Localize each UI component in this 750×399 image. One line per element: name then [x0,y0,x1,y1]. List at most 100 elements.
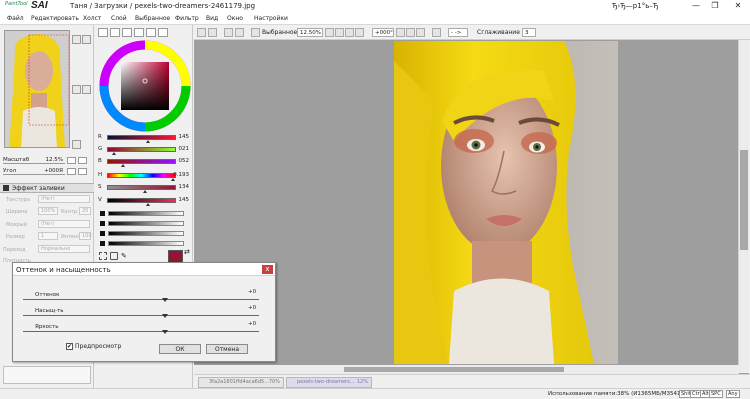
texture-select[interactable]: (Нет) [38,195,90,203]
r-track[interactable] [107,135,176,140]
navigator-thumbnail[interactable] [4,30,70,148]
zoom-plus-button[interactable] [78,157,87,164]
swap-colors-icon[interactable]: ⇄ [184,248,192,256]
horizontal-scroll-thumb[interactable] [344,367,564,372]
invert-selection-button[interactable] [235,28,244,37]
transparent-color-icon[interactable] [110,252,118,260]
cancel-button[interactable]: Отмена [206,344,248,354]
h-slider[interactable]: H 0.193 [98,172,190,181]
r-slider[interactable]: R 145 [98,134,190,143]
palette-tab[interactable] [158,28,168,37]
angle-plus-button[interactable] [78,168,87,175]
v-slider[interactable]: V 145 [98,197,190,206]
angle-row[interactable]: Угол +000Я [3,168,91,176]
color-wheel[interactable] [99,40,191,132]
maximize-button[interactable]: ❐ [705,0,725,12]
h-knob[interactable] [171,178,175,181]
angle-slider[interactable] [3,174,65,175]
rotate-reset-button[interactable] [416,28,425,37]
b-slider[interactable]: B 052 [98,158,190,167]
zoom-row[interactable]: Масштаб 12.5% [3,157,91,165]
zoom-fit-button[interactable] [345,28,354,37]
h-track[interactable] [107,173,176,178]
s-knob[interactable] [143,190,147,193]
palette-row-3[interactable] [98,230,190,238]
angle-field[interactable]: +000° [372,28,394,37]
angle-minus-button[interactable] [67,168,76,175]
contrast-input[interactable]: 20 [79,207,91,215]
menu-layer[interactable]: Слой [111,15,127,22]
s-track[interactable] [107,185,176,190]
wet-select[interactable]: (Нет) [38,220,90,228]
palette-row-4[interactable] [98,240,190,248]
b-track[interactable] [107,159,176,164]
swatch[interactable] [100,231,105,236]
saturation-slider[interactable]: Насыщ-ть +0 [23,305,263,320]
g-track[interactable] [107,147,176,152]
mixer-tab[interactable] [134,28,144,37]
menu-selection[interactable]: Выбранное [135,15,170,22]
dialog-header[interactable]: Оттенок и насыщенность x [13,263,275,276]
rotate-right-button[interactable] [82,85,91,94]
show-selection-checkbox[interactable] [251,28,260,37]
menu-canvas[interactable]: Холст [83,15,101,22]
swatches-tab[interactable] [146,28,156,37]
zoom-out-button[interactable] [82,35,91,44]
gradient-bar[interactable] [108,211,184,216]
hue-slider[interactable]: Оттенок +0 [23,289,263,304]
s-slider[interactable]: S 134 [98,184,190,193]
brightness-knob[interactable] [162,330,168,334]
eyedropper-icon[interactable]: ✎ [121,252,129,260]
gradient-bar[interactable] [108,231,184,236]
undo-button[interactable] [197,28,206,37]
rotate-right-button[interactable] [406,28,415,37]
hsv-tab[interactable] [122,28,132,37]
menu-filter[interactable]: Фильтр [175,15,199,22]
menu-window[interactable]: Окно [227,15,243,22]
g-knob[interactable] [112,152,116,155]
brightness-track[interactable] [23,331,259,332]
ok-button[interactable]: ОК [159,344,201,354]
vertical-scroll-thumb[interactable] [740,150,748,250]
preview-checkbox[interactable]: ✔ [66,343,73,350]
canvas-image[interactable] [394,41,618,364]
g-slider[interactable]: G 021 [98,146,190,155]
close-button[interactable]: ✕ [728,0,748,12]
saturation-knob[interactable] [162,314,168,318]
b-knob[interactable] [121,164,125,167]
vertical-scrollbar[interactable] [738,40,749,373]
menu-file[interactable]: Файл [7,15,24,22]
any-indicator[interactable]: Any [726,390,740,398]
file-tab-1[interactable]: 3fa2a1801ffd4aca6d5... 70% [198,377,284,388]
horizontal-scrollbar[interactable] [194,365,739,374]
width-input[interactable]: 100% [38,207,58,215]
zoom-minus-button[interactable] [67,157,76,164]
rotate-left-button[interactable] [396,28,405,37]
color-wheel-tab[interactable] [98,28,108,37]
palette-row-1[interactable] [98,210,190,218]
smoothing-field[interactable]: 3 [522,28,536,37]
palette-row-2[interactable] [98,220,190,228]
zoom-in-button[interactable] [325,28,334,37]
space-indicator[interactable]: SPC [709,390,723,398]
minimize-button[interactable]: — [686,0,706,12]
v-track[interactable] [107,198,176,203]
deselect-button[interactable] [224,28,233,37]
zoom-out-button[interactable] [335,28,344,37]
selection-icon[interactable] [99,252,107,260]
collapse-icon[interactable] [3,185,9,191]
rgb-tab[interactable] [110,28,120,37]
menu-view[interactable]: Вид [206,15,218,22]
zoom-field[interactable]: 12.50% [297,28,323,37]
redo-button[interactable] [208,28,217,37]
flip-button[interactable] [432,28,441,37]
zoom-reset-button[interactable] [355,28,364,37]
r-knob[interactable] [146,140,150,143]
hue-knob[interactable] [162,298,168,302]
v-knob[interactable] [146,203,150,206]
menu-edit[interactable]: Редактировать [31,15,79,22]
intensity-input[interactable]: 100 [79,232,92,240]
menu-settings[interactable]: Настройки [254,15,288,22]
hue-track[interactable] [23,299,259,300]
size-input[interactable]: 1 [38,232,58,240]
